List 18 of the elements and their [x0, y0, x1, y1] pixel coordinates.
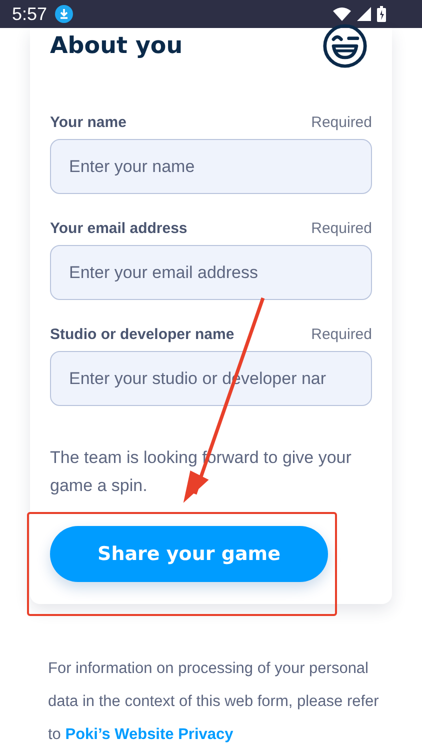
section-title: About you: [50, 33, 183, 59]
input-field[interactable]: Enter your email address: [50, 245, 372, 300]
field-label: Your email address: [50, 220, 188, 237]
privacy-link[interactable]: Poki’s Website Privacy: [65, 726, 234, 743]
clock: 5:57: [12, 4, 48, 24]
required-hint: Required: [311, 326, 372, 343]
required-hint: Required: [311, 220, 372, 237]
field-label: Studio or developer name: [50, 326, 234, 343]
field-label: Your name: [50, 114, 126, 131]
required-hint: Required: [311, 114, 372, 131]
download-icon: [55, 5, 74, 23]
share-button[interactable]: Share your game: [50, 526, 328, 582]
signal-icon: [357, 7, 371, 21]
battery-icon: [377, 6, 386, 22]
input-field[interactable]: Enter your name: [50, 139, 372, 194]
wifi-icon: [333, 7, 351, 21]
grinning-face-icon: [322, 23, 368, 69]
privacy-notice: For information on processing of your personal data in the context of this web form, please refer to Poki’s Website Privacy: [48, 659, 380, 745]
